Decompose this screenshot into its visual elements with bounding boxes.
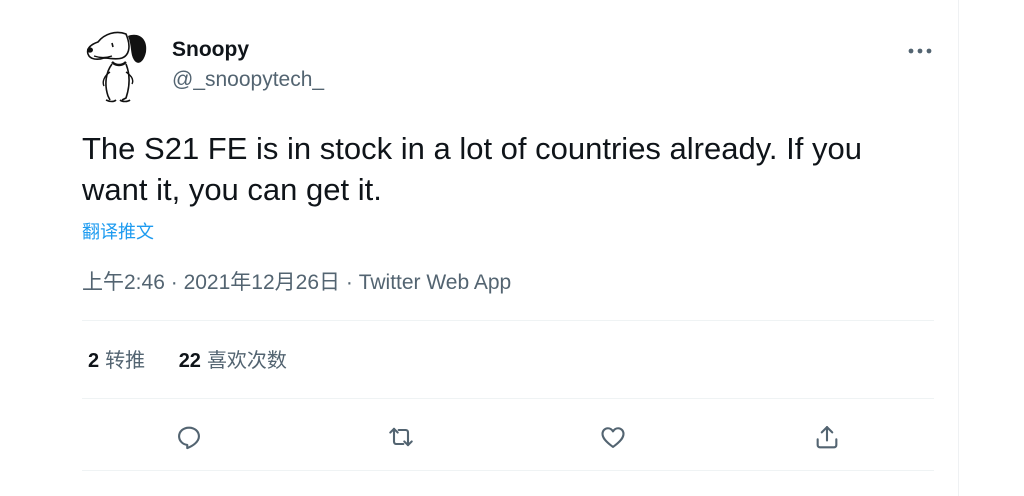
more-horizontal-icon	[908, 48, 932, 54]
retweets-label: 转推	[105, 350, 146, 372]
translate-tweet-link[interactable]: 翻译推文	[82, 218, 154, 244]
tweet-metadata: 上午2:46 · 2021年12月26日 · Twitter Web App	[82, 266, 511, 296]
tweet-card: Snoopy @_snoopytech_ The S21 FE is in st…	[82, 28, 934, 496]
share-icon	[816, 426, 838, 449]
divider	[82, 398, 934, 399]
author-name[interactable]: Snoopy	[172, 38, 249, 62]
tweet-time[interactable]: 上午2:46	[82, 271, 165, 294]
reply-button[interactable]	[172, 420, 206, 454]
retweet-button[interactable]	[384, 420, 418, 454]
divider	[82, 470, 934, 471]
reply-icon	[178, 426, 200, 450]
panel-border	[958, 0, 959, 496]
like-button[interactable]	[596, 420, 630, 454]
likes-label: 喜欢次数	[206, 350, 287, 372]
likes-count: 22	[178, 350, 201, 372]
avatar[interactable]	[82, 28, 156, 104]
retweets-count: 2	[88, 350, 100, 372]
tweet-text: The S21 FE is in stock in a lot of count…	[82, 131, 862, 207]
snoopy-avatar-icon	[86, 31, 147, 103]
tweet-source[interactable]: Twitter Web App	[359, 271, 512, 294]
author-handle[interactable]: @_snoopytech_	[172, 68, 324, 92]
retweets-stat[interactable]: 2 转推	[88, 344, 145, 373]
likes-stat[interactable]: 22 喜欢次数	[179, 344, 287, 373]
divider	[82, 320, 934, 321]
share-button[interactable]	[810, 420, 844, 454]
meta-separator: ·	[345, 271, 353, 294]
meta-separator: ·	[170, 271, 178, 294]
retweet-icon	[389, 427, 413, 447]
tweet-date[interactable]: 2021年12月26日	[184, 271, 340, 294]
more-options-button[interactable]	[900, 36, 940, 66]
heart-icon	[601, 427, 625, 448]
tweet-stats: 2 转推 22 喜欢次数	[88, 344, 315, 373]
